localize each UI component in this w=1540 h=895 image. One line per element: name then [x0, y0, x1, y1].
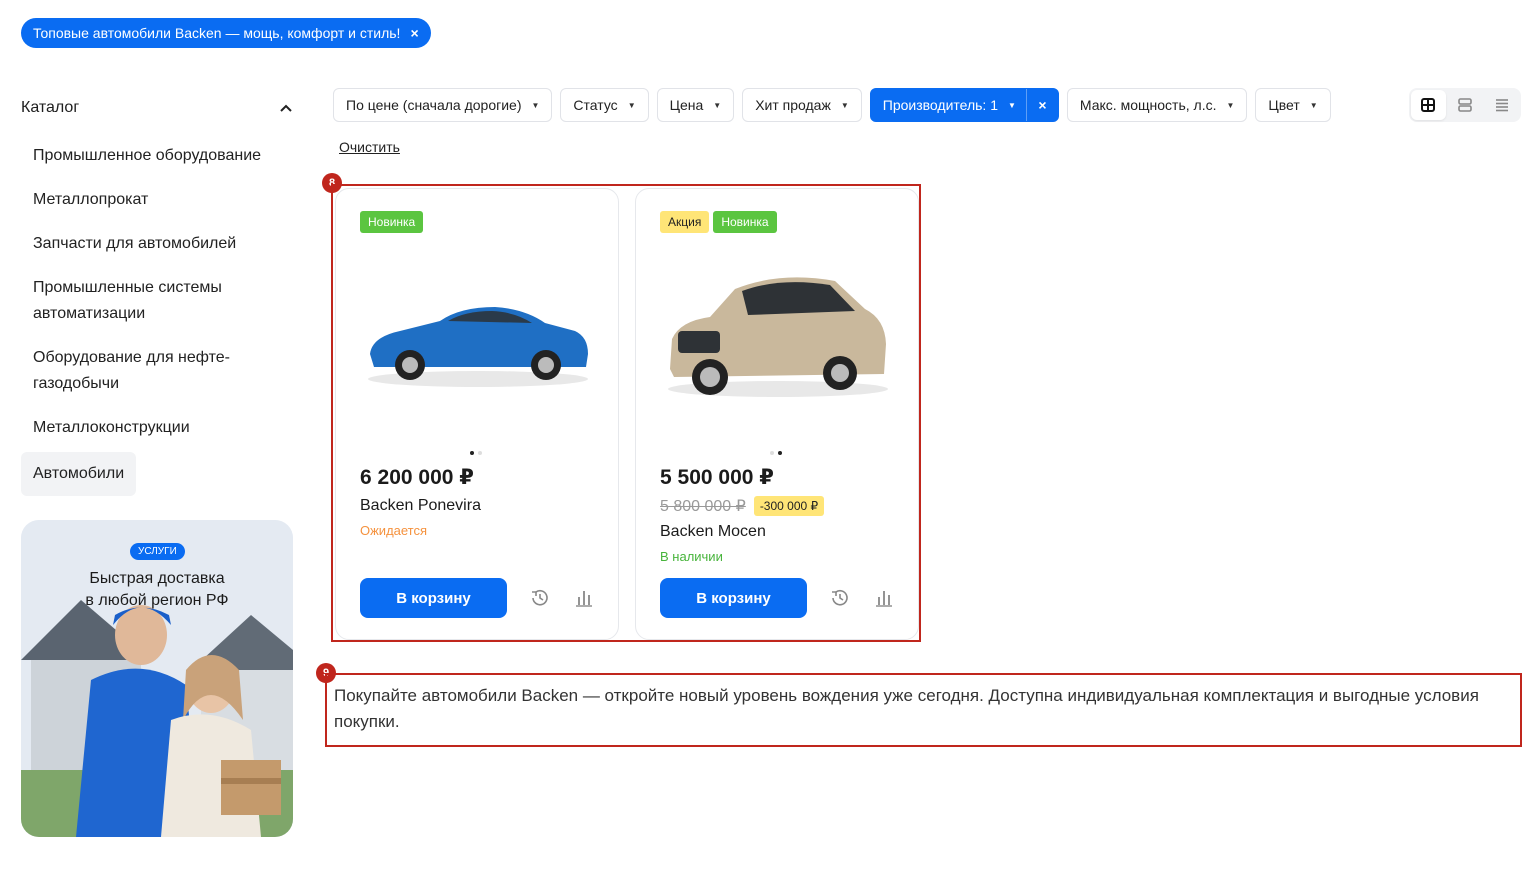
- seo-description: Покупайте автомобили Backen — откройте н…: [334, 686, 1479, 731]
- filter-status-label: Статус: [573, 97, 618, 113]
- sort-label: По цене (сначала дорогие): [346, 97, 522, 113]
- grid-view-icon[interactable]: [1411, 90, 1446, 120]
- sidebar-item-car-parts[interactable]: Запчасти для автомобилей: [21, 222, 293, 266]
- add-to-cart-button[interactable]: В корзину: [660, 578, 807, 618]
- image-pagination[interactable]: [770, 451, 782, 455]
- filter-bar: По цене (сначала дорогие) ▼ Статус ▼ Цена ▼…: [333, 88, 1331, 122]
- product-price: 6 200 000 ₽: [360, 466, 474, 489]
- product-status: Ожидается: [360, 523, 428, 538]
- filter-bestseller-label: Хит продаж: [755, 97, 831, 113]
- product-name[interactable]: Backen Ponevira: [360, 497, 481, 515]
- banner-pill: УСЛУГИ: [130, 543, 185, 560]
- catalog-header[interactable]: Каталог: [21, 92, 293, 124]
- chevron-up-icon[interactable]: [279, 101, 293, 115]
- filter-max-power-label: Макс. мощность, л.с.: [1079, 97, 1217, 113]
- product-status: В наличии: [660, 549, 723, 564]
- product-card[interactable]: Акция Новинка 5 500 000 ₽ 5 800 000 ₽ -3…: [635, 188, 919, 640]
- product-card[interactable]: Новинка 6 200 000 ₽ Backen Ponevira Ожид…: [335, 188, 619, 640]
- sidebar-item-metal-products[interactable]: Металлопрокат: [21, 178, 293, 222]
- compare-history-icon[interactable]: [828, 586, 852, 610]
- seo-description-box: Покупайте автомобили Backen — откройте н…: [325, 673, 1522, 747]
- sidebar-item-industrial-equipment[interactable]: Промышленное оборудование: [21, 134, 293, 178]
- filter-max-power[interactable]: Макс. мощность, л.с. ▼: [1066, 88, 1248, 122]
- promo-filter-tag[interactable]: Топовые автомобили Backen — мощь, комфор…: [21, 18, 431, 48]
- caret-down-icon: ▼: [1008, 100, 1016, 110]
- discount-badge: -300 000 ₽: [753, 496, 825, 516]
- caret-down-icon: ▼: [531, 100, 540, 110]
- catalog-list: Промышленное оборудование Металлопрокат …: [21, 134, 293, 496]
- sale-badge: Акция: [660, 211, 710, 233]
- compare-history-icon[interactable]: [528, 586, 552, 610]
- compare-chart-icon[interactable]: [872, 586, 896, 610]
- filter-color[interactable]: Цвет ▼: [1255, 88, 1331, 122]
- old-price: 5 800 000 ₽: [660, 498, 746, 515]
- filter-bestseller[interactable]: Хит продаж ▼: [742, 88, 862, 122]
- caret-down-icon: ▼: [713, 100, 722, 110]
- filter-price-label: Цена: [669, 97, 704, 113]
- filter-color-label: Цвет: [1268, 97, 1300, 113]
- sidebar-item-oil-gas-equipment[interactable]: Оборудование для нефте-газодобычи: [21, 336, 261, 406]
- sidebar-item-automation-systems[interactable]: Промышленные системы автоматизации: [21, 266, 271, 336]
- promo-filter-tag-label: Топовые автомобили Backen — мощь, комфор…: [33, 25, 401, 41]
- close-icon[interactable]: ×: [1025, 89, 1058, 121]
- product-labels: Акция Новинка: [660, 211, 777, 233]
- catalog-title: Каталог: [21, 99, 80, 116]
- product-image[interactable]: [660, 259, 896, 409]
- delivery-banner[interactable]: УСЛУГИ Быстрая доставка в любой регион Р…: [21, 520, 293, 837]
- filter-price[interactable]: Цена ▼: [656, 88, 735, 122]
- product-price: 5 500 000 ₽: [660, 466, 774, 489]
- banner-title-line1: Быстрая доставка: [89, 570, 225, 587]
- filter-manufacturer-label: Производитель: 1: [882, 97, 998, 113]
- image-pagination[interactable]: [470, 451, 482, 455]
- compare-chart-icon[interactable]: [572, 586, 596, 610]
- view-toggle: [1409, 88, 1521, 122]
- new-badge: Новинка: [360, 211, 424, 233]
- new-badge: Новинка: [713, 211, 777, 233]
- close-icon[interactable]: ×: [410, 25, 418, 41]
- caret-down-icon: ▼: [1309, 100, 1318, 110]
- banner-title-line2: в любой регион РФ: [85, 592, 229, 609]
- add-to-cart-button[interactable]: В корзину: [360, 578, 507, 618]
- caret-down-icon: ▼: [1226, 100, 1235, 110]
- banner-title: Быстрая доставка в любой регион РФ: [21, 568, 293, 612]
- catalog-sidebar: Каталог Промышленное оборудование Металл…: [21, 92, 293, 496]
- product-image[interactable]: [360, 259, 596, 409]
- sidebar-item-metal-structures[interactable]: Металлоконструкции: [21, 406, 293, 450]
- filter-manufacturer[interactable]: Производитель: 1 ▼ ×: [869, 88, 1059, 122]
- caret-down-icon: ▼: [840, 100, 849, 110]
- sidebar-item-cars[interactable]: Автомобили: [21, 452, 137, 496]
- caret-down-icon: ▼: [627, 100, 636, 110]
- clear-filters-link[interactable]: Очистить: [339, 139, 400, 155]
- product-labels: Новинка: [360, 211, 424, 233]
- compact-list-icon[interactable]: [1484, 90, 1519, 120]
- product-grid: Новинка 6 200 000 ₽ Backen Ponevira Ожид…: [331, 184, 921, 642]
- list-view-icon[interactable]: [1448, 90, 1483, 120]
- product-name[interactable]: Backen Mocen: [660, 523, 766, 541]
- sort-dropdown[interactable]: По цене (сначала дорогие) ▼: [333, 88, 553, 122]
- old-price-row: 5 800 000 ₽ -300 000 ₽: [660, 496, 825, 516]
- filter-status[interactable]: Статус ▼: [560, 88, 649, 122]
